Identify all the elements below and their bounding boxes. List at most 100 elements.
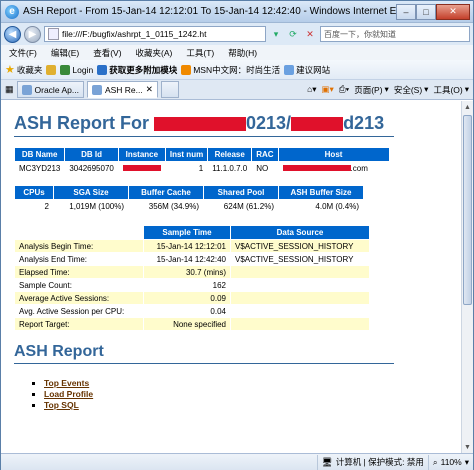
favorites-bar: ★ 收藏夹 Login 获取更多附加模块 MSN中文网：时尚生活 建议网站	[1, 60, 473, 80]
fav-item-login[interactable]: Login	[60, 64, 93, 75]
fav-item-suggested[interactable]: 建议网站	[284, 64, 330, 76]
redaction	[291, 117, 344, 132]
redaction	[282, 165, 351, 172]
table-row: MC3YD213 3042695070 1 11.1.0.7.0 NO .com	[15, 162, 389, 174]
col-header: Release	[208, 148, 252, 161]
url-text: file:///F:/bugfix/ashrpt_1_0115_1242.ht	[62, 29, 207, 39]
list-item: Top Events	[44, 378, 463, 388]
scroll-down-icon[interactable]: ▼	[462, 441, 473, 453]
zone-indicator[interactable]: 🖥 计算机 | 保护模式: 禁用	[316, 454, 428, 470]
page-content: ASH Report For 0213/d213 DB Name DB Id I…	[7, 101, 463, 453]
forward-button[interactable]: ▶	[24, 25, 41, 43]
tab-ash-report[interactable]: ASH Re... ✕	[86, 81, 158, 98]
star-icon: ★	[5, 64, 15, 76]
menu-edit[interactable]: 编辑(E)	[51, 47, 79, 59]
tab-page-icon	[21, 84, 32, 95]
back-button[interactable]: ◀	[4, 25, 21, 43]
ie-logo-icon: e	[5, 4, 19, 19]
table-row: Sample Count: 162	[15, 279, 369, 291]
zoom-icon: ⌕	[432, 456, 438, 467]
section-links: Top Events Load Profile Top SQL	[44, 378, 463, 410]
db-info-table: DB Name DB Id Instance Inst num Release …	[14, 147, 390, 175]
table-row: Average Active Sessions: 0.09	[15, 292, 369, 304]
addons-icon	[97, 64, 108, 75]
col-header: Shared Pool	[204, 186, 278, 199]
table-row: Analysis Begin Time: 15-Jan-14 12:12:01 …	[15, 240, 369, 252]
refresh-icon[interactable]: ⟳	[286, 27, 300, 41]
redaction	[154, 117, 247, 132]
table-row: Report Target: None specified	[15, 318, 369, 330]
close-button[interactable]: ✕	[436, 3, 470, 20]
stop-icon[interactable]: ✕	[303, 27, 317, 41]
menu-bar: 文件(F) 编辑(E) 查看(V) 收藏夹(A) 工具(T) 帮助(H)	[1, 45, 473, 60]
vertical-scrollbar[interactable]: ▲ ▼	[461, 101, 473, 453]
suggested-sites-icon	[284, 64, 295, 75]
ie-window: e ASH Report - From 15-Jan-14 12:12:01 T…	[0, 0, 474, 470]
zoom-control[interactable]: ⌕ 110% ▾	[427, 454, 473, 470]
col-header: SGA Size	[54, 186, 128, 199]
table-row: 2 1,019M (100%) 356M (34.9%) 624M (61.2%…	[15, 200, 363, 212]
col-header: Sample Time	[144, 226, 230, 239]
minimize-button[interactable]: –	[396, 3, 416, 20]
tab-oracle[interactable]: Oracle Ap...	[16, 81, 84, 98]
report-title: ASH Report For 0213/d213	[14, 113, 394, 137]
section-title: ASH Report	[14, 343, 394, 364]
col-header	[15, 226, 143, 239]
maximize-button[interactable]: □	[416, 3, 436, 20]
address-bar: ◀ ▶ file:///F:/bugfix/ashrpt_1_0115_1242…	[1, 23, 473, 45]
col-header: Data Source	[231, 226, 369, 239]
feeds-icon[interactable]: ▣▾	[322, 84, 334, 95]
scroll-up-icon[interactable]: ▲	[462, 101, 473, 113]
login-icon	[60, 64, 71, 75]
analysis-table: Sample Time Data Source Analysis Begin T…	[14, 225, 370, 331]
col-header: Host	[278, 148, 389, 161]
redaction	[122, 165, 161, 172]
print-icon[interactable]: ⎙▾	[339, 84, 349, 95]
search-input[interactable]: 百度一下，你就知道	[320, 26, 470, 42]
menu-favorites[interactable]: 收藏夹(A)	[136, 47, 173, 59]
status-bar: 🖥 计算机 | 保护模式: 禁用 ⌕ 110% ▾	[1, 453, 473, 470]
list-item: Top SQL	[44, 400, 463, 410]
menu-file[interactable]: 文件(F)	[9, 47, 37, 59]
col-header: DB Id	[65, 148, 118, 161]
new-tab-button[interactable]	[160, 81, 179, 98]
dropdown-icon[interactable]: ▾	[269, 27, 283, 41]
msn-icon	[181, 64, 192, 75]
tab-list-icon[interactable]: ▦	[5, 84, 14, 95]
tab-bar: ▦ Oracle Ap... ASH Re... ✕ ⌂▾ ▣▾ ⎙▾ 页面(P…	[1, 80, 473, 100]
table-row: Elapsed Time: 30.7 (mins)	[15, 266, 369, 278]
table-row: Avg. Active Session per CPU: 0.04	[15, 305, 369, 317]
col-header: CPUs	[15, 186, 53, 199]
menu-help[interactable]: 帮助(H)	[228, 47, 257, 59]
fav-item-msn[interactable]: MSN中文网：时尚生活	[181, 64, 280, 76]
menu-cmd-tools[interactable]: 工具(O) ▾	[433, 84, 469, 96]
menu-tools[interactable]: 工具(T)	[186, 47, 214, 59]
col-header: DB Name	[15, 148, 65, 161]
search-placeholder: 百度一下，你就知道	[324, 29, 396, 39]
computer-icon: 🖥	[321, 456, 333, 467]
tab-page-icon	[91, 84, 102, 95]
favorites-label: 收藏夹	[16, 64, 43, 75]
menu-safety[interactable]: 安全(S) ▾	[394, 84, 429, 96]
home-icon[interactable]: ⌂▾	[307, 84, 316, 95]
window-title: ASH Report - From 15-Jan-14 12:12:01 To …	[23, 6, 396, 17]
link-top-events[interactable]: Top Events	[44, 378, 89, 388]
col-header: RAC	[252, 148, 278, 161]
menu-view[interactable]: 查看(V)	[93, 47, 121, 59]
fav-item-addons[interactable]: 获取更多附加模块	[97, 64, 177, 76]
tab-close-icon[interactable]: ✕	[146, 84, 153, 95]
col-header: Inst num	[165, 148, 208, 161]
page-icon	[48, 28, 59, 40]
cpu-sga-table: CPUs SGA Size Buffer Cache Shared Pool A…	[14, 185, 364, 213]
table-row: Analysis End Time: 15-Jan-14 12:42:40 V$…	[15, 253, 369, 265]
link-load-profile[interactable]: Load Profile	[44, 389, 93, 399]
col-header: Instance	[118, 148, 165, 161]
url-field[interactable]: file:///F:/bugfix/ashrpt_1_0115_1242.ht	[44, 26, 266, 42]
scroll-thumb[interactable]	[463, 115, 472, 305]
col-header: Buffer Cache	[129, 186, 203, 199]
menu-page[interactable]: 页面(P) ▾	[354, 84, 389, 96]
link-top-sql[interactable]: Top SQL	[44, 400, 79, 410]
favorites-button[interactable]: ★ 收藏夹	[5, 63, 42, 76]
list-item: Load Profile	[44, 389, 463, 399]
add-favorite-icon[interactable]	[46, 64, 57, 75]
